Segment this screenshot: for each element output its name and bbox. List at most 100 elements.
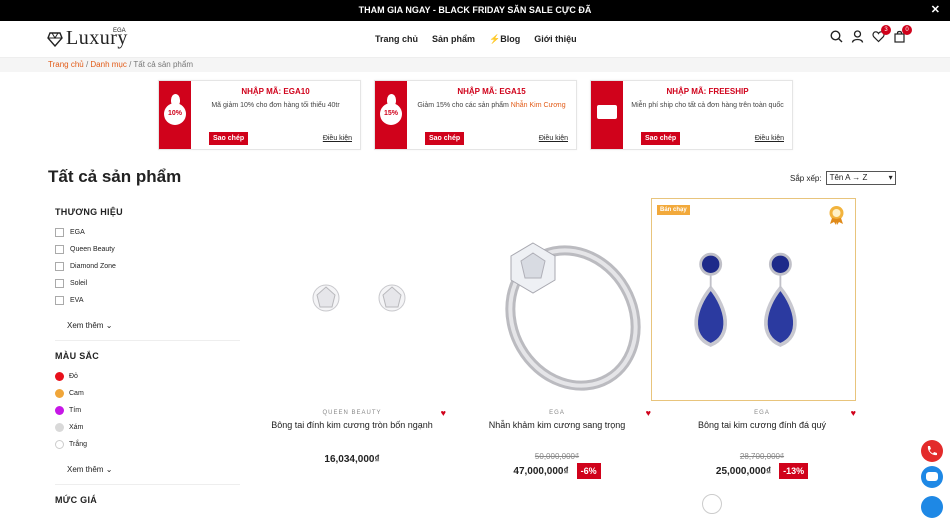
phone-call-button[interactable] <box>921 440 943 462</box>
product-image[interactable] <box>652 199 840 402</box>
conditions-link[interactable]: Điều kiện <box>755 135 784 142</box>
checkbox[interactable] <box>55 279 64 288</box>
messenger-button[interactable] <box>921 496 943 518</box>
color-option[interactable]: Trắng <box>55 436 240 453</box>
product-card[interactable]: Bán chạy EGA ♥ Bông tai kim cương đính đ… <box>651 198 856 488</box>
bestseller-badge: Bán chạy <box>657 205 690 215</box>
announcement-bar[interactable]: THAM GIA NGAY - BLACK FRIDAY SĂN SALE CỰ… <box>0 0 950 21</box>
heart-icon[interactable]: ♥ <box>851 408 856 418</box>
wishlist-count: 3 <box>881 25 891 35</box>
chevron-down-icon: ⌄ <box>105 465 113 474</box>
zalo-chat-button[interactable] <box>921 466 943 488</box>
color-swatch[interactable] <box>55 406 64 415</box>
checkbox[interactable] <box>55 262 64 271</box>
heart-icon[interactable]: ♥ <box>646 408 651 418</box>
divider <box>55 340 240 341</box>
product-price: 28,700,000₫ 25,000,000₫ -13% <box>668 452 856 479</box>
color-option[interactable]: Cam <box>55 385 240 402</box>
coupon-card: NHẬP MÃ: FREESHIP Miễn phí ship cho tất … <box>590 80 793 150</box>
user-icon[interactable] <box>851 30 864 43</box>
nav-about[interactable]: Giới thiệu <box>534 34 576 45</box>
brand-filter-title: THƯƠNG HIỆU <box>55 207 123 217</box>
logo[interactable]: Luxury EGA <box>47 27 128 50</box>
brand-option[interactable]: EVA <box>55 292 240 309</box>
brand-option[interactable]: Diamond Zone <box>55 258 240 275</box>
color-option[interactable]: Đỏ <box>55 368 240 385</box>
product-price: 16,034,000₫ <box>258 452 446 465</box>
product-price: 50,000,000₫ 47,000,000₫ -6% <box>463 452 651 479</box>
current-price: 25,000,000₫ <box>715 465 772 477</box>
coupon-title: NHẬP MÃ: EGA10 <box>241 87 310 96</box>
main-nav: Trang chủ Sản phẩm ⚡Blog Giới thiệu <box>375 34 577 45</box>
sort-control: Sắp xếp: Tên A → Z <box>790 171 896 185</box>
product-name[interactable]: Nhẫn khảm kim cương sang trọng <box>463 420 651 430</box>
discount-badge: -6% <box>576 463 601 479</box>
show-more-brands[interactable]: Xem thêm ⌄ <box>67 321 240 330</box>
current-price: 47,000,000₫ <box>513 465 569 477</box>
nav-blog[interactable]: ⚡Blog <box>489 34 520 45</box>
sort-select[interactable]: Tên A → Z <box>825 171 896 185</box>
product-vendor: EGA <box>754 410 770 416</box>
page-title: Tất cả sản phẩm <box>48 167 182 186</box>
product-card[interactable]: EGA ♥ Nhẫn khảm kim cương sang trọng 50,… <box>463 198 651 488</box>
sapphire-earring-image <box>694 252 797 347</box>
color-swatch[interactable] <box>55 372 64 381</box>
product-grid: QUEEN BEAUTY ♥ Bông tai đính kim cương t… <box>258 198 856 488</box>
breadcrumb-home[interactable]: Trang chủ <box>48 60 84 69</box>
brand-option[interactable]: EGA <box>55 224 240 241</box>
coupon-title: NHẬP MÃ: FREESHIP <box>666 87 749 96</box>
show-more-colors[interactable]: Xem thêm ⌄ <box>67 465 240 474</box>
coupon-desc: Mã giảm 10% cho đơn hàng tối thiểu 40tr <box>211 102 340 109</box>
conditions-link[interactable]: Điều kiện <box>539 135 568 142</box>
current-price: 16,034,000₫ <box>324 454 380 465</box>
price-filter-title: MỨC GIÁ <box>55 495 98 505</box>
variant-thumbnail[interactable] <box>736 494 756 514</box>
product-name[interactable]: Bông tai kim cương đính đá quý <box>668 420 856 430</box>
product-vendor: EGA <box>549 410 565 416</box>
breadcrumb-category[interactable]: Danh mục <box>90 60 126 69</box>
checkbox[interactable] <box>55 296 64 305</box>
product-card[interactable]: QUEEN BEAUTY ♥ Bông tai đính kim cương t… <box>258 198 446 488</box>
checkbox[interactable] <box>55 245 64 254</box>
copy-button[interactable]: Sao chép <box>425 132 465 145</box>
coupon-badge: 10% <box>159 81 191 149</box>
filter-sidebar: THƯƠNG HIỆU EGA Queen Beauty Diamond Zon… <box>55 207 240 512</box>
nav-products[interactable]: Sản phẩm <box>432 34 475 45</box>
close-icon[interactable]: ✕ <box>931 0 940 21</box>
product-image[interactable] <box>258 198 446 401</box>
product-image[interactable] <box>463 198 651 401</box>
product-name[interactable]: Bông tai đính kim cương tròn bốn ngạnh <box>258 420 446 430</box>
brand-option[interactable]: Queen Beauty <box>55 241 240 258</box>
conditions-link[interactable]: Điều kiện <box>323 135 352 142</box>
color-option[interactable]: Tím <box>55 402 240 419</box>
coupon-desc: Miễn phí ship cho tất cả đơn hàng trên t… <box>631 102 784 109</box>
wishlist-button[interactable]: 3 <box>872 25 891 43</box>
search-icon[interactable] <box>830 30 843 43</box>
heart-icon[interactable]: ♥ <box>441 408 446 418</box>
divider <box>55 484 240 485</box>
coupon-title: NHẬP MÃ: EGA15 <box>457 87 526 96</box>
phone-icon <box>927 446 937 456</box>
old-price: 28,700,000₫ <box>739 452 785 461</box>
sort-label: Sắp xếp: <box>790 173 822 183</box>
medal-icon <box>829 206 844 225</box>
color-option[interactable]: Xám <box>55 419 240 436</box>
coupon-desc: Giảm 15% cho các sản phẩm Nhẫn Kim Cương <box>417 102 566 109</box>
breadcrumb: Trang chủ / Danh mục / Tất cả sản phẩm <box>0 58 950 72</box>
variant-thumbnail[interactable] <box>702 494 722 514</box>
nav-home[interactable]: Trang chủ <box>375 34 418 45</box>
cart-button[interactable]: 0 <box>893 25 912 43</box>
copy-button[interactable]: Sao chép <box>209 132 249 145</box>
color-swatch[interactable] <box>55 389 64 398</box>
chat-icon <box>926 472 938 481</box>
brand-option[interactable]: Soleil <box>55 275 240 292</box>
copy-button[interactable]: Sao chép <box>641 132 681 145</box>
color-swatch[interactable] <box>55 440 64 449</box>
checkbox[interactable] <box>55 228 64 237</box>
logo-sup: EGA <box>113 28 126 34</box>
coupon-badge <box>591 81 623 149</box>
color-swatch[interactable] <box>55 423 64 432</box>
announcement-text[interactable]: THAM GIA NGAY - BLACK FRIDAY SĂN SALE CỰ… <box>359 5 592 15</box>
product-image-frame[interactable]: Bán chạy <box>651 198 856 401</box>
diamond-logo-icon <box>47 31 63 47</box>
